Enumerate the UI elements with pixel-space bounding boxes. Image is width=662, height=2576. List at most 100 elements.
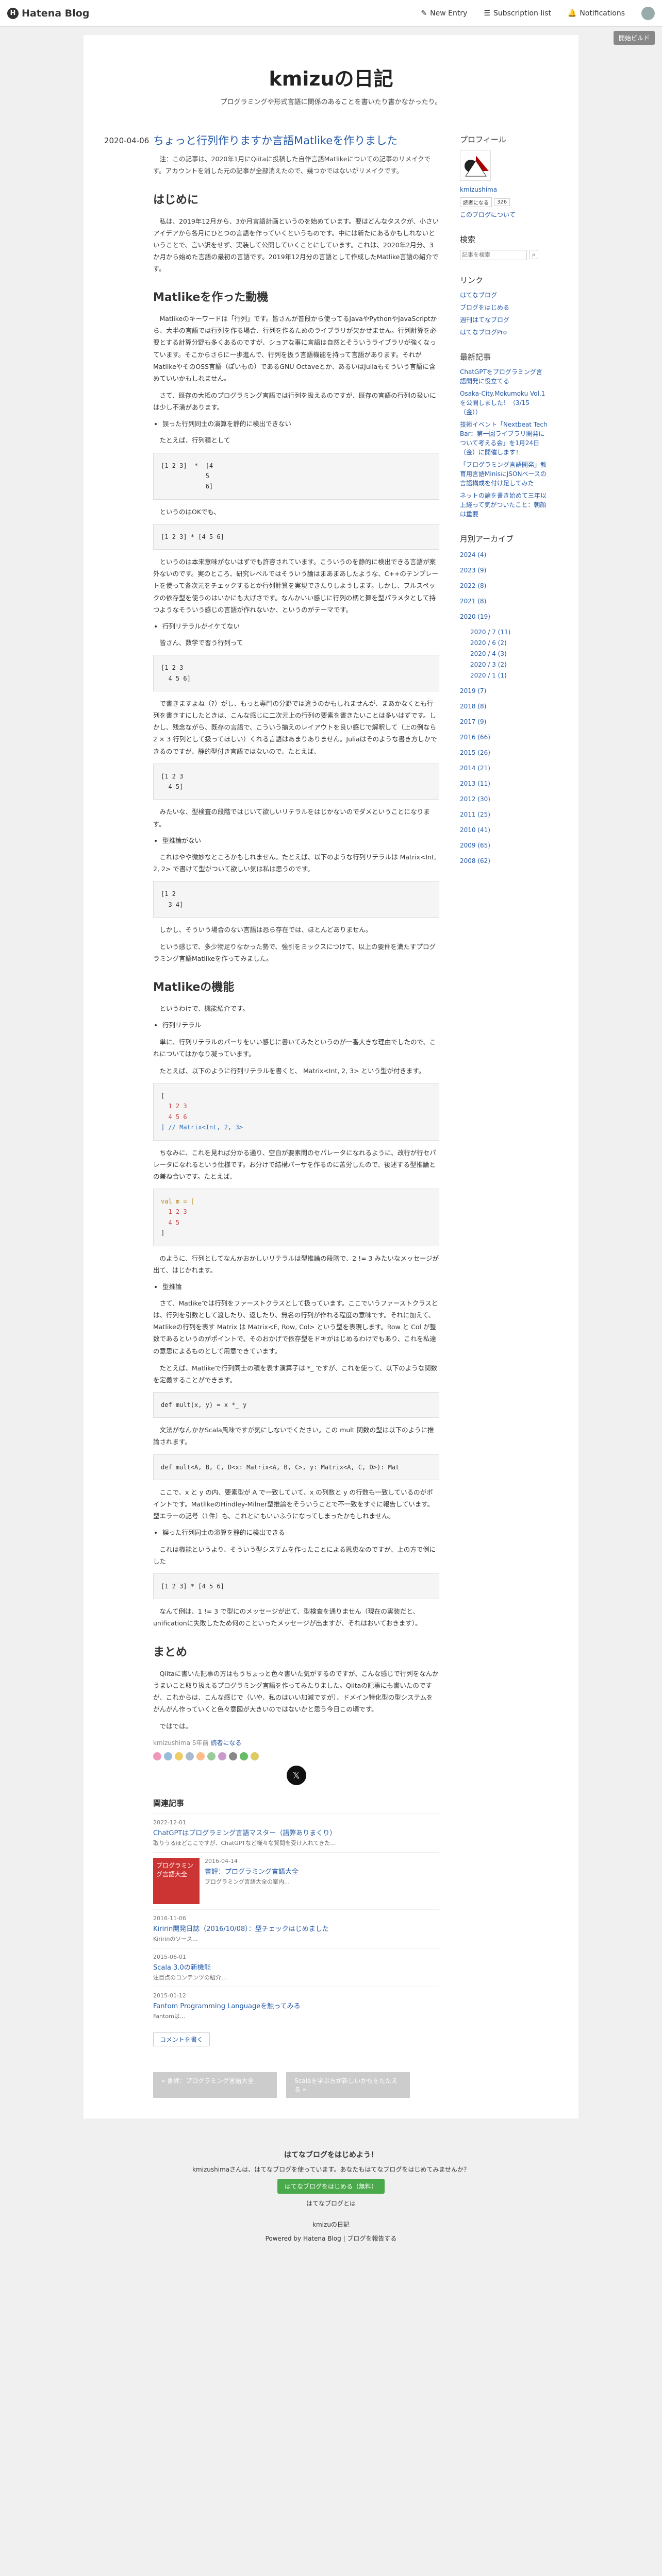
entry-date[interactable]: 2020-04-06 (104, 134, 153, 2098)
paragraph: ここで、x と y の内、要素型が A で一致していて、x の列数と y の行数… (153, 1488, 434, 1520)
related-item[interactable]: 2015-06-01 Scala 3.0の新機能 注目点のコンテンツの紹介… (153, 1948, 439, 1987)
star-user-icon[interactable] (218, 1752, 226, 1761)
link-item[interactable]: 週刊はてなブログ (460, 315, 548, 325)
star-user-icon[interactable] (175, 1752, 183, 1761)
related-date: 2015-06-01 (153, 1954, 186, 1961)
new-entry-button[interactable]: ✎ New Entry (421, 9, 467, 18)
archive-year[interactable]: 2021 (8) (460, 597, 548, 606)
subscription-list-button[interactable]: ☰ Subscription list (484, 9, 551, 18)
start-blog-button[interactable]: はてなブログをはじめる（無料） (277, 2179, 385, 2194)
code-line: 1 2 3 (161, 1103, 187, 1110)
search-input[interactable] (460, 250, 527, 260)
related-title[interactable]: ChatGPTはプログラミング言語マスター（語弊ありまくり） (153, 1827, 439, 1837)
archive-year[interactable]: 2024 (4) (460, 550, 548, 560)
archive-year[interactable]: 2012 (30) (460, 794, 548, 804)
archive-year[interactable]: 2013 (11) (460, 779, 548, 788)
related-thumbnail[interactable]: プログラミング言語大全 (153, 1858, 200, 1905)
related-title[interactable]: Kiririn開発日誌（2016/10/08）：型チェックはじめました (153, 1923, 439, 1933)
star-user-icon[interactable] (186, 1752, 194, 1761)
profile-avatar[interactable] (460, 150, 491, 181)
archive-month[interactable]: 2020 / 1 (1) (470, 671, 548, 680)
code-line: 3 4] (161, 901, 184, 908)
user-avatar[interactable] (641, 6, 655, 20)
prev-entry-link[interactable]: « 書評：プログラミング言語大全 (153, 2072, 277, 2098)
entry-title[interactable]: ちょっと行列作りますか言語Matlikeを作りました (153, 134, 439, 148)
link-item[interactable]: はてなブログPro (460, 328, 548, 337)
archive-month[interactable]: 2020 / 3 (2) (470, 660, 548, 669)
code-line: 5 (161, 472, 209, 480)
hatena-logo[interactable]: H Hatena Blog (7, 7, 89, 19)
pro-button[interactable]: 開始ビルド (613, 31, 655, 45)
heading-intro: はじめに (153, 193, 199, 207)
notifications-button[interactable]: 🔔 Notifications (568, 9, 625, 18)
code-line: 1 2 3 (161, 1208, 187, 1216)
subscription-label: Subscription list (493, 9, 551, 18)
code-block: [ 1 2 3 4 5 6] // Matrix<Int, 2, 3> (153, 1083, 439, 1141)
related-date: 2015-01-12 (153, 1992, 186, 1999)
star-user-icon[interactable] (207, 1752, 216, 1761)
archive-month[interactable]: 2020 / 4 (3) (470, 649, 548, 658)
powered-by[interactable]: Powered by Hatena Blog | ブログを報告する (0, 2234, 662, 2243)
archive-year[interactable]: 2019 (7) (460, 686, 548, 696)
archive-year[interactable]: 2018 (8) (460, 702, 548, 711)
link-item[interactable]: ブログをはじめる (460, 303, 548, 312)
paragraph: 文法がなんかかScala風味ですが気にしないでください。この mult 関数の型… (153, 1426, 434, 1446)
about-hatena-link[interactable]: はてなブログとは (0, 2199, 662, 2208)
archive-month[interactable]: 2020 / 7 (11) (470, 628, 548, 637)
paragraph: これはやや微妙なところかもしれません。たとえば、以下のような行列リテラルは Ma… (153, 853, 436, 873)
archive-year[interactable]: 2017 (9) (460, 717, 548, 726)
footer-blog-link[interactable]: kmizuの日記 (0, 2220, 662, 2229)
recent-item[interactable]: Osaka-City.Mokumoku Vol.1を公開しました！（3/15（金… (460, 389, 548, 417)
archive-year[interactable]: 2008 (62) (460, 856, 548, 866)
paragraph: みたいな、型検査の段階ではじいて欲しいリテラルをはじかないのでダメということにな… (153, 808, 430, 828)
search-icon[interactable]: ⌕ (529, 250, 538, 259)
related-title[interactable]: Scala 3.0の新機能 (153, 1962, 439, 1972)
archive-year[interactable]: 2016 (66) (460, 733, 548, 742)
related-item[interactable]: 2016-11-06 Kiririn開発日誌（2016/10/08）：型チェックは… (153, 1909, 439, 1948)
related-title[interactable]: Fantom Programming Languageを触ってみる (153, 2001, 439, 2010)
star-user-icon[interactable] (153, 1752, 161, 1761)
about-blog-link[interactable]: このブログについて (460, 210, 548, 219)
subscribe-link[interactable]: 読者になる (210, 1739, 241, 1747)
follow-button[interactable]: 読者になる (460, 197, 492, 207)
archive-year[interactable]: 2014 (21) (460, 764, 548, 773)
star-user-icon[interactable] (229, 1752, 237, 1761)
entry-note: 注：この記事は、2020年1月にQiitaに投稿した自作言語Matlikeについ… (153, 153, 439, 177)
entry-time[interactable]: 5年前 (192, 1739, 209, 1747)
related-excerpt: Fantomは… (153, 2013, 186, 2020)
code-block: def mult<A, B, C, D<x: Matrix<A, B, C>, … (153, 1454, 439, 1480)
blog-title[interactable]: kmizuの日記 (84, 63, 578, 91)
archive-month[interactable]: 2020 / 6 (2) (470, 638, 548, 648)
x-share-icon[interactable]: 𝕏 (286, 1766, 306, 1786)
link-item[interactable]: はてなブログ (460, 291, 548, 300)
archive-year[interactable]: 2023 (9) (460, 566, 548, 575)
hatena-global-bar: H Hatena Blog ✎ New Entry ☰ Subscription li… (0, 0, 662, 27)
recent-item[interactable]: ネットの論を書き始めて三年以上経って気がついたこと：朝顔は重要 (460, 491, 548, 519)
star-user-icon[interactable] (240, 1752, 248, 1761)
next-entry-link[interactable]: Scalaを学ぶ方が新しいかもをたたえる » (286, 2072, 410, 2098)
recent-item[interactable]: 「プログラミング言語開発」教育用言語MinisにJSONベースの言語構成を付け足… (460, 460, 548, 488)
comment-button[interactable]: コメントを書く (153, 2032, 210, 2047)
star-user-icon[interactable] (251, 1752, 259, 1761)
blog-description: プログラミングや形式言語に関係のあることを書いたり書かなかったり。 (220, 98, 442, 106)
archive-year[interactable]: 2022 (8) (460, 581, 548, 590)
profile-name[interactable]: kmizushima (460, 185, 548, 194)
archive-year[interactable]: 2011 (25) (460, 810, 548, 819)
star-user-icon[interactable] (164, 1752, 172, 1761)
star-list (153, 1752, 439, 1761)
related-item[interactable]: 2015-01-12 Fantom Programming Languageを触っ… (153, 1987, 439, 2025)
archive-year[interactable]: 2015 (26) (460, 748, 548, 757)
list-item: 誤った行列同士の演算を静的に検出できる (162, 1527, 439, 1538)
archive-year[interactable]: 2020 (19) (460, 612, 548, 621)
related-title[interactable]: 書評：プログラミング言語大全 (205, 1866, 299, 1876)
paragraph: これは機能というより、そういう型システムを作ったことによる恩恵なのですが、上の方… (153, 1545, 436, 1565)
recent-item[interactable]: 技術イベント「Nextbeat Tech Bar：第一回ライブラリ開発について考… (460, 420, 548, 457)
archive-year[interactable]: 2009 (65) (460, 841, 548, 850)
author-link[interactable]: kmizushima (153, 1739, 190, 1747)
related-item[interactable]: プログラミング言語大全 2016-04-14 書評：プログラミング言語大全 プログラミ… (153, 1852, 439, 1909)
profile-module: プロフィール kmizushima 読者になる 326 このブログについて (460, 134, 548, 219)
recent-item[interactable]: ChatGPTをプログラミング言語開発に役立てる (460, 367, 548, 386)
star-user-icon[interactable] (196, 1752, 205, 1761)
archive-year[interactable]: 2010 (41) (460, 825, 548, 835)
related-item[interactable]: 2022-12-01 ChatGPTはプログラミング言語マスター（語弊ありまくり）… (153, 1814, 439, 1852)
